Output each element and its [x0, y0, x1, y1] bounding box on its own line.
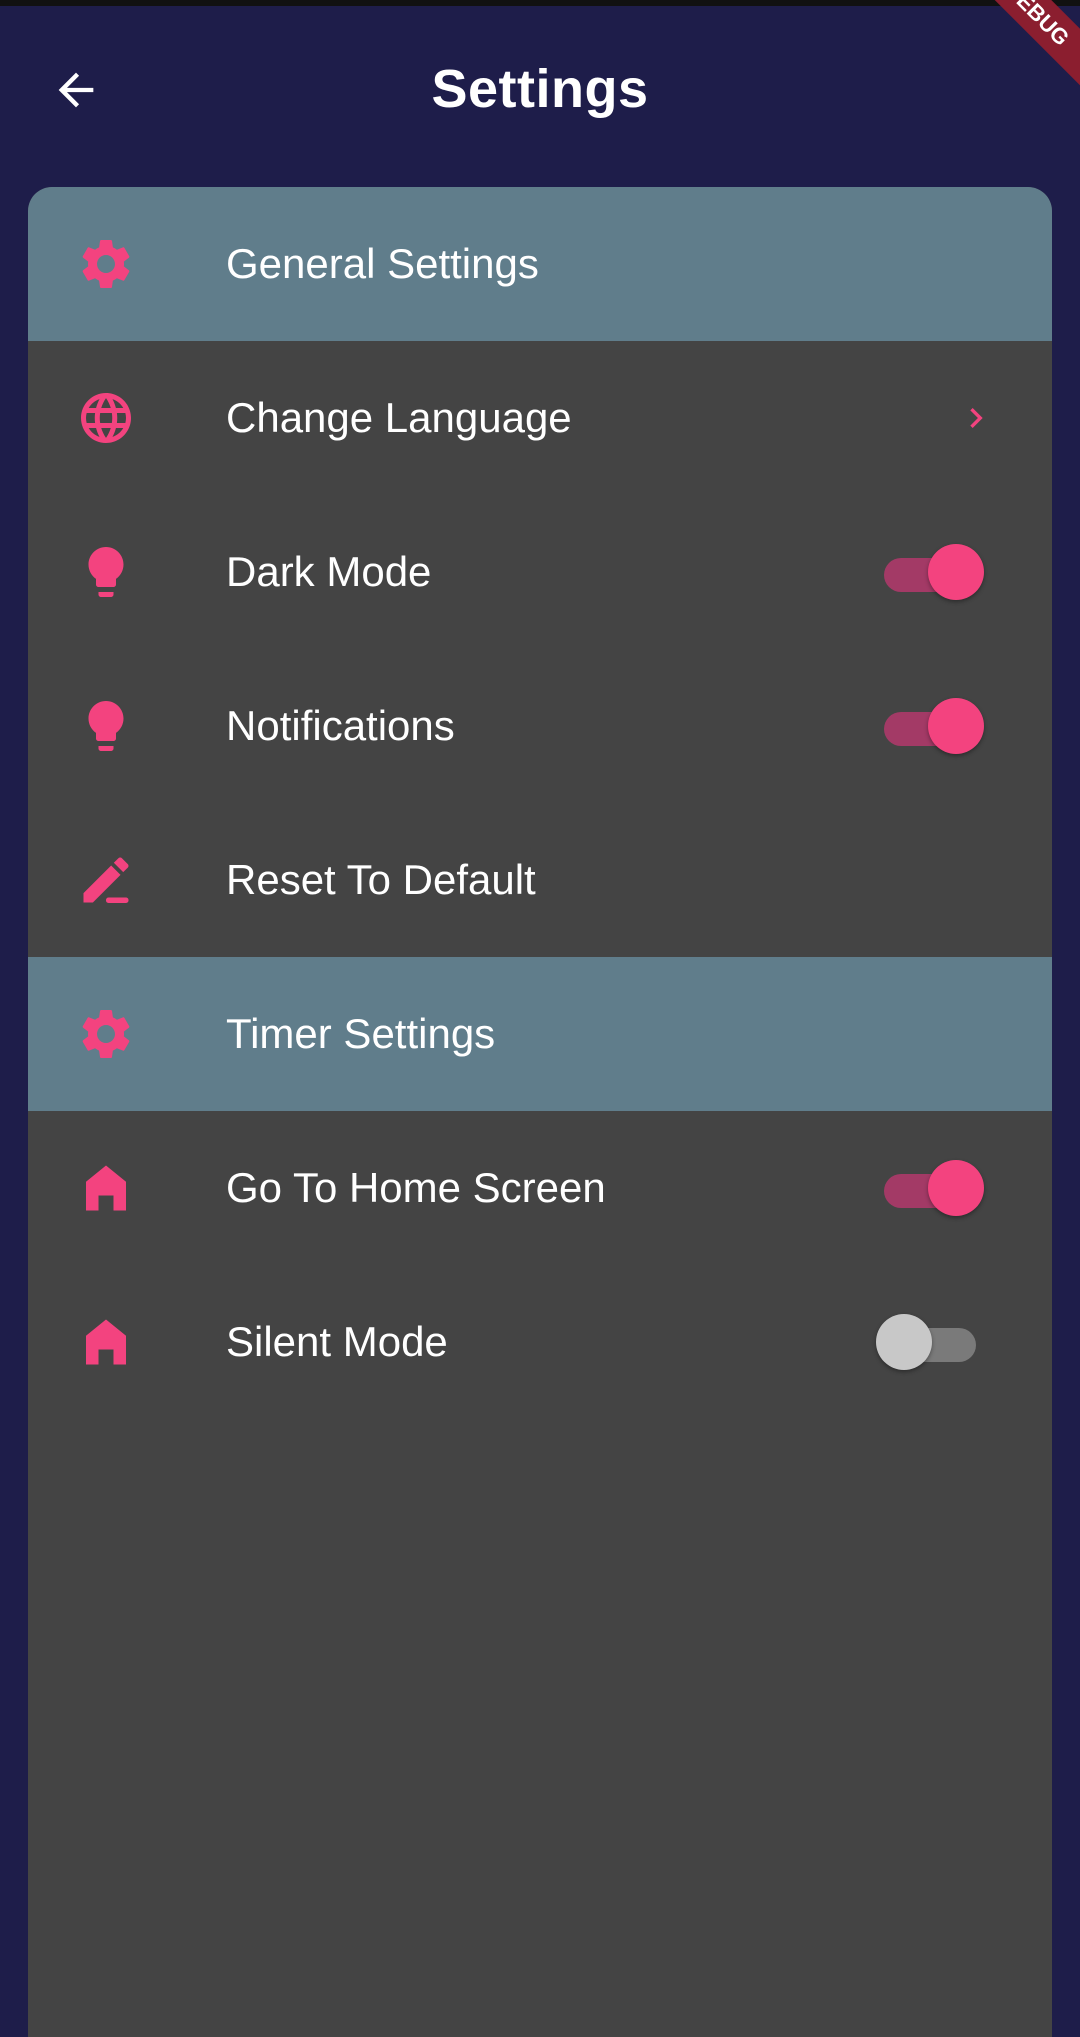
section-header-label: Timer Settings: [226, 1010, 496, 1057]
globe-icon: [76, 388, 136, 448]
silent-mode-toggle[interactable]: [876, 1314, 984, 1370]
gear-icon: [76, 234, 136, 294]
toggle-thumb: [876, 1314, 932, 1370]
settings-item-label: Notifications: [226, 702, 455, 749]
settings-item-change-language[interactable]: Change Language: [28, 341, 1052, 495]
go-to-home-screen-toggle[interactable]: [880, 1160, 984, 1216]
toggle-thumb: [928, 1160, 984, 1216]
settings-item-label: Dark Mode: [226, 548, 432, 595]
lightbulb-icon: [76, 696, 136, 756]
settings-item-label: Silent Mode: [226, 1318, 448, 1365]
lightbulb-icon: [76, 542, 136, 602]
dark-mode-toggle[interactable]: [880, 544, 984, 600]
section-header-label: General Settings: [226, 240, 539, 287]
settings-item-notifications: Notifications: [28, 649, 1052, 803]
notifications-toggle[interactable]: [880, 698, 984, 754]
toggle-thumb: [928, 544, 984, 600]
gear-icon: [76, 1004, 136, 1064]
home-icon: [76, 1312, 136, 1372]
settings-item-reset-to-default[interactable]: Reset To Default: [28, 803, 1052, 957]
app-bar: Settings: [0, 6, 1080, 166]
settings-item-go-to-home-screen: Go To Home Screen: [28, 1111, 1052, 1265]
home-icon: [76, 1158, 136, 1218]
section-header-timer: Timer Settings: [28, 957, 1052, 1111]
settings-item-dark-mode: Dark Mode: [28, 495, 1052, 649]
settings-item-label: Reset To Default: [226, 856, 536, 903]
chevron-right-icon: [956, 398, 996, 438]
settings-item-silent-mode: Silent Mode: [28, 1265, 1052, 1419]
settings-item-label: Change Language: [226, 394, 572, 441]
edit-icon: [76, 850, 136, 910]
page-title: Settings: [431, 59, 649, 119]
settings-item-label: Go To Home Screen: [226, 1164, 606, 1211]
section-header-general: General Settings: [28, 187, 1052, 341]
toggle-thumb: [928, 698, 984, 754]
settings-panel: General Settings Change Language Dark Mo…: [28, 187, 1052, 2037]
